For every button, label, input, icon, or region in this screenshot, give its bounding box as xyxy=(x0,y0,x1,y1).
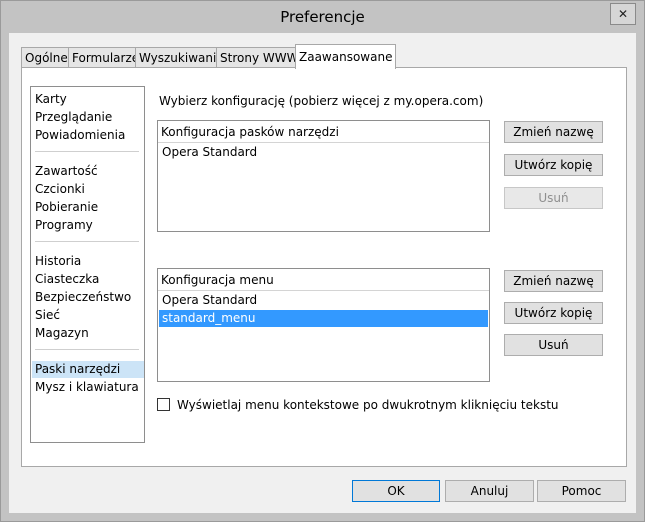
sidebar-item-programs[interactable]: Programy xyxy=(32,217,144,234)
window-title: Preferencje xyxy=(280,8,365,26)
toolbar-config-list[interactable]: Konfiguracja pasków narzędzi Opera Stand… xyxy=(157,120,490,232)
sidebar-item-toolbars[interactable]: Paski narzędzi xyxy=(32,361,144,378)
sidebar-item-fonts[interactable]: Czcionki xyxy=(32,181,144,198)
toolbar-config-header: Konfiguracja pasków narzędzi xyxy=(161,125,339,139)
tab-websites[interactable]: Strony WWW xyxy=(216,47,303,68)
context-menu-checkbox[interactable] xyxy=(157,398,170,411)
list-item[interactable]: Opera Standard xyxy=(159,292,488,309)
tab-advanced[interactable]: Zaawansowane xyxy=(295,44,397,69)
sidebar-item-browsing[interactable]: Przeglądanie xyxy=(32,109,144,126)
cancel-button[interactable]: Anuluj xyxy=(445,480,534,502)
tab-forms[interactable]: Formularze xyxy=(68,47,144,68)
sidebar-item-network[interactable]: Sieć xyxy=(32,307,144,324)
tab-general[interactable]: Ogólne xyxy=(21,47,72,68)
sidebar-divider xyxy=(35,241,139,242)
list-header-divider xyxy=(158,290,489,291)
menu-duplicate-button[interactable]: Utwórz kopię xyxy=(504,302,603,324)
sidebar-divider xyxy=(35,151,139,152)
menu-config-list[interactable]: Konfiguracja menu Opera Standard standar… xyxy=(157,268,490,382)
toolbar-rename-button[interactable]: Zmień nazwę xyxy=(504,121,603,143)
menu-delete-button[interactable]: Usuń xyxy=(504,334,603,356)
title-bar[interactable]: Preferencje ✕ xyxy=(1,1,644,33)
list-header-divider xyxy=(158,142,489,143)
context-menu-checkbox-label: Wyświetlaj menu kontekstowe po dwukrotny… xyxy=(177,398,559,412)
context-menu-option[interactable]: Wyświetlaj menu kontekstowe po dwukrotny… xyxy=(157,398,559,412)
sidebar-item-security[interactable]: Bezpieczeństwo xyxy=(32,289,144,306)
instruction-text: Wybierz konfigurację (pobierz więcej z m… xyxy=(159,94,484,108)
list-item[interactable]: Opera Standard xyxy=(159,144,488,161)
help-button[interactable]: Pomoc xyxy=(537,480,626,502)
toolbar-duplicate-button[interactable]: Utwórz kopię xyxy=(504,154,603,176)
menu-config-header: Konfiguracja menu xyxy=(161,273,274,287)
menu-rename-button[interactable]: Zmień nazwę xyxy=(504,270,603,292)
list-item[interactable]: standard_menu xyxy=(159,310,488,327)
sidebar-item-content[interactable]: Zawartość xyxy=(32,163,144,180)
sidebar-item-history[interactable]: Historia xyxy=(32,253,144,270)
toolbar-delete-button[interactable]: Usuń xyxy=(504,187,603,209)
advanced-panel: Karty Przeglądanie Powiadomienia Zawarto… xyxy=(21,67,627,467)
sidebar-item-downloads[interactable]: Pobieranie xyxy=(32,199,144,216)
sidebar-item-notifications[interactable]: Powiadomienia xyxy=(32,127,144,144)
sidebar-divider xyxy=(35,349,139,350)
category-list: Karty Przeglądanie Powiadomienia Zawarto… xyxy=(30,86,145,443)
dialog-client-area: Ogólne Formularze Wyszukiwanie Strony WW… xyxy=(9,33,636,513)
sidebar-item-tabs[interactable]: Karty xyxy=(32,91,144,108)
sidebar-item-storage[interactable]: Magazyn xyxy=(32,325,144,342)
tab-search[interactable]: Wyszukiwanie xyxy=(135,47,228,68)
preferences-window: Preferencje ✕ Ogólne Formularze Wyszukiw… xyxy=(0,0,645,522)
ok-button[interactable]: OK xyxy=(352,480,440,502)
close-icon[interactable]: ✕ xyxy=(610,3,636,25)
sidebar-item-mouse-keyboard[interactable]: Mysz i klawiatura xyxy=(32,379,144,396)
sidebar-item-cookies[interactable]: Ciasteczka xyxy=(32,271,144,288)
